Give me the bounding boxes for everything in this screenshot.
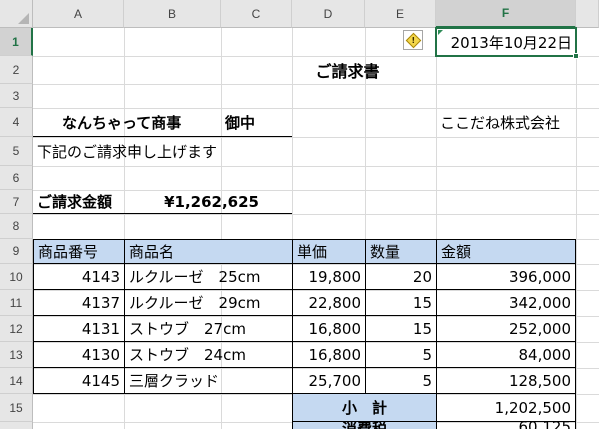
item-name[interactable]: ストウブ 27cm	[124, 316, 292, 342]
column-header-f[interactable]: F	[436, 0, 576, 28]
warning-diamond-icon[interactable]: !	[403, 30, 423, 50]
total-label-cell[interactable]: ご請求金額	[33, 190, 124, 214]
honorific-cell[interactable]: 御中	[221, 108, 292, 137]
header-price[interactable]: 単価	[292, 239, 365, 264]
item-qty[interactable]: 5	[365, 342, 436, 368]
gridline	[33, 214, 599, 215]
item-price[interactable]: 16,800	[292, 342, 365, 368]
header-name-merged[interactable]	[221, 239, 292, 264]
item-code[interactable]: 4143	[33, 264, 124, 290]
item-price[interactable]: 25,700	[292, 368, 365, 394]
item-amount[interactable]: 396,000	[436, 264, 576, 290]
item-qty[interactable]: 15	[365, 316, 436, 342]
column-header-a[interactable]: A	[33, 0, 124, 28]
header-name[interactable]: 商品名	[124, 239, 221, 264]
item-name[interactable]: ルクルーゼ 29cm	[124, 290, 292, 316]
row-header-3[interactable]: 3	[0, 84, 33, 108]
tax-value-text: 60,125	[518, 418, 572, 429]
row-header-5[interactable]: 5	[0, 137, 33, 166]
item-amount[interactable]: 252,000	[436, 316, 576, 342]
row-header-14[interactable]: 14	[0, 368, 33, 394]
warning-glyph: !	[411, 35, 415, 44]
message-cell[interactable]: 下記のご請求申し上げます	[33, 137, 292, 166]
invoice-title[interactable]: ご請求書	[292, 56, 403, 84]
item-qty[interactable]: 20	[365, 264, 436, 290]
row-header-16[interactable]	[0, 422, 33, 429]
tax-value[interactable]: 60,125	[436, 418, 576, 429]
issuer-cell[interactable]: ここだね株式会社	[436, 108, 596, 137]
row-header-11[interactable]: 11	[0, 290, 33, 316]
item-amount[interactable]: 84,000	[436, 342, 576, 368]
total-amount-cell[interactable]: ¥1,262,625	[124, 190, 292, 214]
row-header-12[interactable]: 12	[0, 316, 33, 342]
header-code[interactable]: 商品番号	[33, 239, 124, 264]
select-all-triangle-icon	[18, 13, 29, 24]
date-cell[interactable]: 2013年10月22日	[435, 27, 577, 57]
header-amount[interactable]: 金額	[436, 239, 576, 264]
column-header-d[interactable]: D	[292, 0, 365, 28]
row-header-15[interactable]: 15	[0, 394, 33, 422]
item-qty[interactable]: 15	[365, 290, 436, 316]
item-amount[interactable]: 128,500	[436, 368, 576, 394]
column-header-e[interactable]: E	[365, 0, 436, 28]
gridline	[33, 84, 599, 85]
row-header-10[interactable]: 10	[0, 264, 33, 290]
item-code[interactable]: 4145	[33, 368, 124, 394]
item-qty[interactable]: 5	[365, 368, 436, 394]
item-name[interactable]: ストウブ 24cm	[124, 342, 292, 368]
item-price[interactable]: 16,800	[292, 316, 365, 342]
column-header-g[interactable]	[576, 0, 599, 28]
row-header-13[interactable]: 13	[0, 342, 33, 368]
item-name[interactable]: ルクルーゼ 25cm	[124, 264, 292, 290]
item-name[interactable]: 三層クラッド	[124, 368, 292, 394]
row-header-1[interactable]: 1	[0, 28, 33, 56]
gridline	[33, 166, 599, 167]
fill-handle[interactable]	[573, 53, 579, 59]
column-header-b[interactable]: B	[124, 0, 221, 28]
item-code[interactable]: 4137	[33, 290, 124, 316]
row-header-6[interactable]: 6	[0, 166, 33, 190]
row-header-9[interactable]: 9	[0, 239, 33, 264]
tax-label[interactable]: 消費税	[292, 420, 436, 429]
item-price[interactable]: 22,800	[292, 290, 365, 316]
column-header-c[interactable]: C	[221, 0, 292, 28]
item-code[interactable]: 4130	[33, 342, 124, 368]
header-qty[interactable]: 数量	[365, 239, 436, 264]
spreadsheet-grid: 2 ^ A B C D E F 1 2 3 4 5 6 7 8 9 10 11 …	[0, 0, 599, 429]
row-header-2[interactable]: 2	[0, 56, 33, 84]
error-indicator-triangle-icon	[438, 30, 443, 35]
tax-label-text: 消費税	[341, 420, 387, 429]
item-amount[interactable]: 342,000	[436, 290, 576, 316]
select-all-corner[interactable]	[0, 0, 33, 28]
row-header-7[interactable]: 7	[0, 190, 33, 214]
row-header-4[interactable]: 4	[0, 108, 33, 137]
item-price[interactable]: 19,800	[292, 264, 365, 290]
client-name-cell[interactable]: なんちゃって商事	[33, 108, 221, 137]
row-header-8[interactable]: 8	[0, 214, 33, 239]
warning-diamond-shape: !	[405, 32, 421, 48]
item-code[interactable]: 4131	[33, 316, 124, 342]
